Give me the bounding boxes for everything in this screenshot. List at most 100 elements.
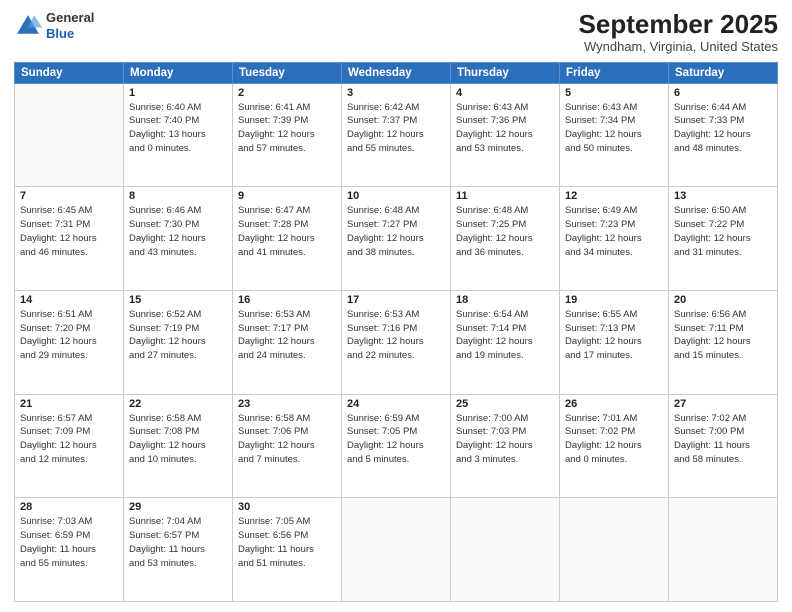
day-number: 16	[238, 294, 336, 306]
weekday-header: Tuesday	[233, 62, 342, 83]
calendar-week-row: 14Sunrise: 6:51 AM Sunset: 7:20 PM Dayli…	[15, 290, 778, 394]
logo-blue: Blue	[46, 26, 94, 42]
day-info: Sunrise: 6:44 AM Sunset: 7:33 PM Dayligh…	[674, 101, 772, 156]
day-info: Sunrise: 6:47 AM Sunset: 7:28 PM Dayligh…	[238, 204, 336, 259]
day-info: Sunrise: 6:46 AM Sunset: 7:30 PM Dayligh…	[129, 204, 227, 259]
calendar-cell: 14Sunrise: 6:51 AM Sunset: 7:20 PM Dayli…	[15, 290, 124, 394]
day-number: 6	[674, 87, 772, 99]
day-number: 1	[129, 87, 227, 99]
logo-text: General Blue	[46, 10, 94, 41]
day-info: Sunrise: 6:45 AM Sunset: 7:31 PM Dayligh…	[20, 204, 118, 259]
calendar-cell: 5 Sunrise: 6:43 AM Sunset: 7:34 PM Daylig…	[560, 83, 669, 187]
logo-general: General	[46, 10, 94, 26]
day-info: Sunrise: 6:50 AM Sunset: 7:22 PM Dayligh…	[674, 204, 772, 259]
calendar-cell: 12 Sunrise: 6:49 AM Sunset: 7:23 PM Dayli…	[560, 187, 669, 291]
weekday-header: Wednesday	[342, 62, 451, 83]
calendar-cell: 10 Sunrise: 6:48 AM Sunset: 7:27 PM Dayli…	[342, 187, 451, 291]
calendar-week-row: 7Sunrise: 6:45 AM Sunset: 7:31 PM Daylig…	[15, 187, 778, 291]
day-number: 30	[238, 501, 336, 513]
day-info: Sunrise: 6:52 AM Sunset: 7:19 PM Dayligh…	[129, 308, 227, 363]
day-number: 21	[20, 398, 118, 410]
day-info: Sunrise: 6:58 AM Sunset: 7:08 PM Dayligh…	[129, 412, 227, 467]
day-number: 5	[565, 87, 663, 99]
day-number: 19	[565, 294, 663, 306]
page: General Blue September 2025 Wyndham, Vir…	[0, 0, 792, 612]
weekday-header: Sunday	[15, 62, 124, 83]
location: Wyndham, Virginia, United States	[579, 39, 778, 54]
day-info: Sunrise: 6:59 AM Sunset: 7:05 PM Dayligh…	[347, 412, 445, 467]
calendar-cell: 3 Sunrise: 6:42 AM Sunset: 7:37 PM Daylig…	[342, 83, 451, 187]
calendar-cell: 2Sunrise: 6:41 AM Sunset: 7:39 PM Daylig…	[233, 83, 342, 187]
day-number: 13	[674, 190, 772, 202]
day-number: 29	[129, 501, 227, 513]
day-number: 17	[347, 294, 445, 306]
day-info: Sunrise: 6:42 AM Sunset: 7:37 PM Dayligh…	[347, 101, 445, 156]
calendar-cell: 22 Sunrise: 6:58 AM Sunset: 7:08 PM Dayli…	[124, 394, 233, 498]
calendar-cell: 28Sunrise: 7:03 AM Sunset: 6:59 PM Dayli…	[15, 498, 124, 602]
calendar-cell	[451, 498, 560, 602]
day-number: 11	[456, 190, 554, 202]
day-info: Sunrise: 6:53 AM Sunset: 7:16 PM Dayligh…	[347, 308, 445, 363]
day-info: Sunrise: 7:04 AM Sunset: 6:57 PM Dayligh…	[129, 515, 227, 570]
weekday-header: Thursday	[451, 62, 560, 83]
calendar-cell: 18Sunrise: 6:54 AM Sunset: 7:14 PM Dayli…	[451, 290, 560, 394]
calendar-cell: 6 Sunrise: 6:44 AM Sunset: 7:33 PM Daylig…	[669, 83, 778, 187]
calendar-week-row: 28Sunrise: 7:03 AM Sunset: 6:59 PM Dayli…	[15, 498, 778, 602]
day-info: Sunrise: 6:43 AM Sunset: 7:36 PM Dayligh…	[456, 101, 554, 156]
calendar-header-row: SundayMondayTuesdayWednesdayThursdayFrid…	[15, 62, 778, 83]
calendar-cell: 1 Sunrise: 6:40 AM Sunset: 7:40 PM Daylig…	[124, 83, 233, 187]
calendar-cell: 30 Sunrise: 7:05 AM Sunset: 6:56 PM Dayli…	[233, 498, 342, 602]
calendar-cell: 25 Sunrise: 7:00 AM Sunset: 7:03 PM Dayli…	[451, 394, 560, 498]
day-info: Sunrise: 7:02 AM Sunset: 7:00 PM Dayligh…	[674, 412, 772, 467]
calendar-cell: 13 Sunrise: 6:50 AM Sunset: 7:22 PM Dayli…	[669, 187, 778, 291]
day-info: Sunrise: 6:49 AM Sunset: 7:23 PM Dayligh…	[565, 204, 663, 259]
day-number: 27	[674, 398, 772, 410]
day-number: 4	[456, 87, 554, 99]
calendar-cell: 17 Sunrise: 6:53 AM Sunset: 7:16 PM Dayli…	[342, 290, 451, 394]
day-number: 22	[129, 398, 227, 410]
calendar-cell: 11 Sunrise: 6:48 AM Sunset: 7:25 PM Dayli…	[451, 187, 560, 291]
header: General Blue September 2025 Wyndham, Vir…	[14, 10, 778, 54]
calendar-cell: 7Sunrise: 6:45 AM Sunset: 7:31 PM Daylig…	[15, 187, 124, 291]
day-number: 3	[347, 87, 445, 99]
day-number: 12	[565, 190, 663, 202]
calendar-cell: 23 Sunrise: 6:58 AM Sunset: 7:06 PM Dayli…	[233, 394, 342, 498]
day-number: 8	[129, 190, 227, 202]
title-block: September 2025 Wyndham, Virginia, United…	[579, 10, 778, 54]
day-info: Sunrise: 6:48 AM Sunset: 7:27 PM Dayligh…	[347, 204, 445, 259]
day-info: Sunrise: 6:48 AM Sunset: 7:25 PM Dayligh…	[456, 204, 554, 259]
day-info: Sunrise: 6:55 AM Sunset: 7:13 PM Dayligh…	[565, 308, 663, 363]
calendar-cell: 8 Sunrise: 6:46 AM Sunset: 7:30 PM Daylig…	[124, 187, 233, 291]
calendar-cell: 9Sunrise: 6:47 AM Sunset: 7:28 PM Daylig…	[233, 187, 342, 291]
calendar-cell: 20Sunrise: 6:56 AM Sunset: 7:11 PM Dayli…	[669, 290, 778, 394]
day-info: Sunrise: 6:53 AM Sunset: 7:17 PM Dayligh…	[238, 308, 336, 363]
logo-icon	[14, 12, 42, 40]
month-year: September 2025	[579, 10, 778, 39]
day-info: Sunrise: 7:00 AM Sunset: 7:03 PM Dayligh…	[456, 412, 554, 467]
calendar-cell: 29 Sunrise: 7:04 AM Sunset: 6:57 PM Dayli…	[124, 498, 233, 602]
day-number: 18	[456, 294, 554, 306]
day-info: Sunrise: 6:57 AM Sunset: 7:09 PM Dayligh…	[20, 412, 118, 467]
day-number: 28	[20, 501, 118, 513]
calendar-cell	[342, 498, 451, 602]
day-number: 14	[20, 294, 118, 306]
weekday-header: Monday	[124, 62, 233, 83]
weekday-header: Friday	[560, 62, 669, 83]
calendar-cell: 19 Sunrise: 6:55 AM Sunset: 7:13 PM Dayli…	[560, 290, 669, 394]
day-number: 23	[238, 398, 336, 410]
calendar-cell: 15Sunrise: 6:52 AM Sunset: 7:19 PM Dayli…	[124, 290, 233, 394]
day-info: Sunrise: 7:05 AM Sunset: 6:56 PM Dayligh…	[238, 515, 336, 570]
day-info: Sunrise: 7:01 AM Sunset: 7:02 PM Dayligh…	[565, 412, 663, 467]
calendar-cell	[560, 498, 669, 602]
calendar-cell: 16 Sunrise: 6:53 AM Sunset: 7:17 PM Dayli…	[233, 290, 342, 394]
day-number: 10	[347, 190, 445, 202]
calendar-week-row: 21 Sunrise: 6:57 AM Sunset: 7:09 PM Dayli…	[15, 394, 778, 498]
day-info: Sunrise: 6:58 AM Sunset: 7:06 PM Dayligh…	[238, 412, 336, 467]
calendar-cell: 24Sunrise: 6:59 AM Sunset: 7:05 PM Dayli…	[342, 394, 451, 498]
calendar-cell: 26Sunrise: 7:01 AM Sunset: 7:02 PM Dayli…	[560, 394, 669, 498]
day-info: Sunrise: 6:40 AM Sunset: 7:40 PM Dayligh…	[129, 101, 227, 156]
day-info: Sunrise: 6:56 AM Sunset: 7:11 PM Dayligh…	[674, 308, 772, 363]
calendar-cell	[15, 83, 124, 187]
day-info: Sunrise: 6:43 AM Sunset: 7:34 PM Dayligh…	[565, 101, 663, 156]
day-number: 25	[456, 398, 554, 410]
